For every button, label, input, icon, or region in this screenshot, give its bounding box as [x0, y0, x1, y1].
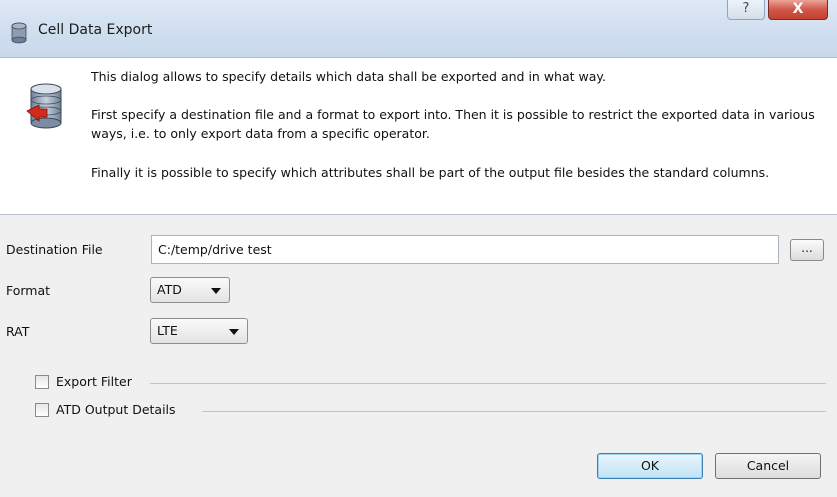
atd-output-details-group-line — [202, 411, 826, 412]
title-bar: Cell Data Export ? X — [0, 0, 837, 58]
format-dropdown[interactable]: ATD — [150, 277, 230, 303]
export-filter-checkbox[interactable] — [35, 375, 49, 389]
database-icon — [11, 22, 27, 44]
format-label: Format — [6, 283, 51, 298]
rat-selected-value: LTE — [157, 323, 178, 338]
database-export-icon — [26, 83, 62, 129]
browse-button[interactable]: ... — [790, 239, 824, 261]
dialog-header: This dialog allows to specify details wh… — [0, 59, 837, 214]
chevron-down-icon — [229, 329, 239, 335]
destination-file-input[interactable] — [151, 235, 779, 264]
format-selected-value: ATD — [157, 282, 182, 297]
atd-output-details-label[interactable]: ATD Output Details — [56, 402, 176, 417]
ok-button[interactable]: OK — [597, 453, 703, 479]
info-paragraph-3: Finally it is possible to specify which … — [91, 165, 770, 180]
rat-label: RAT — [6, 324, 30, 339]
window-title: Cell Data Export — [38, 22, 153, 38]
export-filter-group-line — [150, 383, 826, 384]
export-filter-label[interactable]: Export Filter — [56, 374, 132, 389]
chevron-down-icon — [211, 288, 221, 294]
info-paragraph-1: This dialog allows to specify details wh… — [91, 69, 606, 84]
cancel-button[interactable]: Cancel — [715, 453, 821, 479]
help-button[interactable]: ? — [727, 0, 765, 20]
atd-output-details-checkbox[interactable] — [35, 403, 49, 417]
close-button[interactable]: X — [768, 0, 828, 20]
rat-dropdown[interactable]: LTE — [150, 318, 248, 344]
destination-file-label: Destination File — [6, 242, 103, 257]
info-paragraph-2: First specify a destination file and a f… — [91, 107, 815, 141]
